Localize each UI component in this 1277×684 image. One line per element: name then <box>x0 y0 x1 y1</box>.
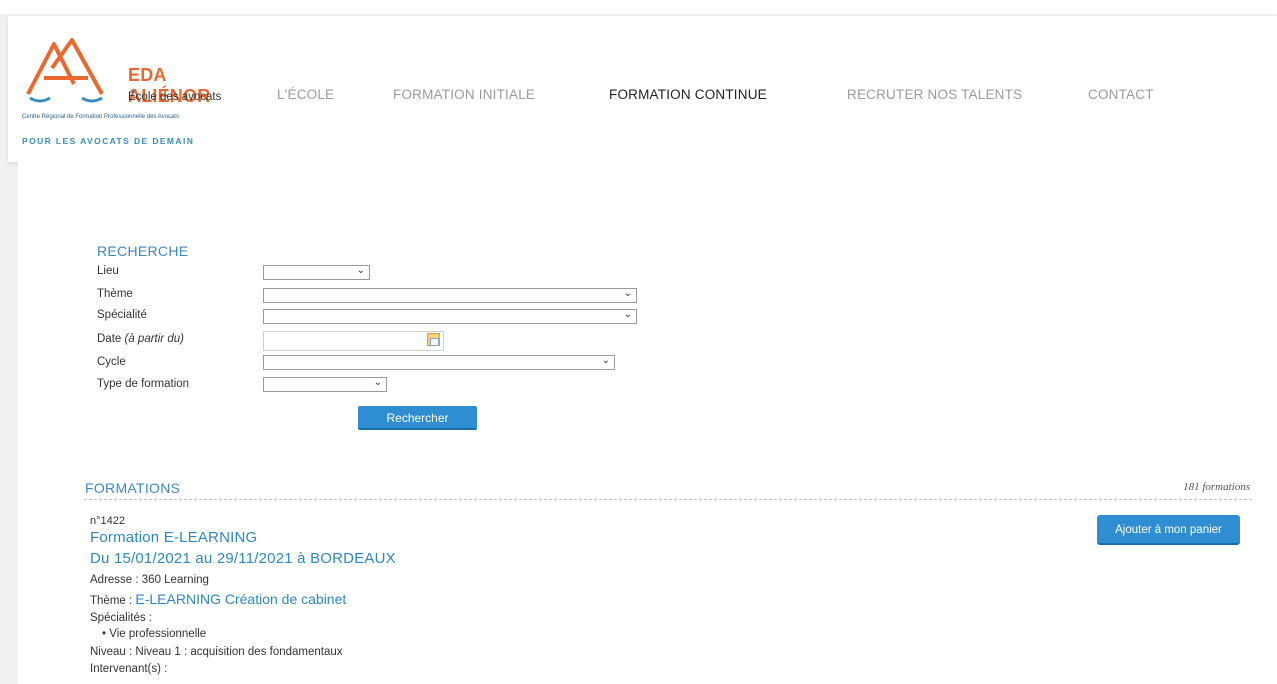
formations-title: FORMATIONS <box>85 480 181 496</box>
date-label: Date (à partir du) <box>97 333 184 345</box>
formation-dates[interactable]: Du 15/01/2021 au 29/11/2021 à BORDEAUX <box>90 550 396 567</box>
theme-select[interactable]: ⌄ <box>263 288 637 303</box>
nav-formation-initiale[interactable]: FORMATION INITIALE <box>393 87 535 102</box>
logo-description: Centre Régional de Formation Professionn… <box>22 114 179 120</box>
section-divider <box>84 499 1252 500</box>
formation-specialites-label: Spécialités : <box>90 612 153 624</box>
formation-theme: Thème : E-LEARNING Création de cabinet <box>90 591 347 607</box>
nav-contact[interactable]: CONTACT <box>1088 87 1154 102</box>
browser-top-strip <box>0 0 1277 14</box>
formation-address: Adresse : 360 Learning <box>90 574 209 586</box>
logo-subtitle: École des avocats <box>128 91 222 103</box>
lieu-select[interactable]: ⌄ <box>263 265 370 280</box>
nav-formation-continue[interactable]: FORMATION CONTINUE <box>609 87 767 102</box>
chevron-down-icon: ⌄ <box>623 309 632 320</box>
formation-title[interactable]: Formation E-LEARNING <box>90 529 257 546</box>
date-hint: (à partir du) <box>124 333 184 345</box>
nav-recruter-nos-talents[interactable]: RECRUTER NOS TALENTS <box>847 87 1022 102</box>
nav-ecole[interactable]: L'ÉCOLE <box>277 87 334 102</box>
logo-mark-icon <box>26 38 104 103</box>
type-label: Type de formation <box>97 378 190 390</box>
chevron-down-icon: ⌄ <box>623 288 632 299</box>
list-item: • Vie professionnelle <box>102 628 207 640</box>
theme-label: Thème <box>97 288 133 300</box>
specialite-label: Spécialité <box>97 309 147 321</box>
date-input[interactable] <box>263 331 444 351</box>
search-title: RECHERCHE <box>97 243 189 259</box>
search-button[interactable]: Rechercher <box>358 406 477 430</box>
cycle-select[interactable]: ⌄ <box>263 355 615 370</box>
formations-count: 181 formations <box>1183 481 1250 493</box>
type-select[interactable]: ⌄ <box>263 377 387 392</box>
formation-intervenants-label: Intervenant(s) : <box>90 663 168 675</box>
formation-niveau: Niveau : Niveau 1 : acquisition des fond… <box>90 646 343 658</box>
add-to-cart-button[interactable]: Ajouter à mon panier <box>1097 515 1240 545</box>
lieu-label: Lieu <box>97 265 119 277</box>
calendar-icon[interactable] <box>427 333 440 346</box>
logo-tagline: POUR LES AVOCATS DE DEMAIN <box>22 136 195 146</box>
specialite-select[interactable]: ⌄ <box>263 309 637 324</box>
chevron-down-icon: ⌄ <box>356 265 365 276</box>
formation-number: n°1422 <box>90 515 125 527</box>
site-logo[interactable]: EDA ALIÉNOR École des avocats Centre Rég… <box>22 38 232 163</box>
cycle-label: Cycle <box>97 356 126 368</box>
formation-theme-link[interactable]: E-LEARNING Création de cabinet <box>135 591 346 607</box>
chevron-down-icon: ⌄ <box>373 377 382 388</box>
chevron-down-icon: ⌄ <box>601 355 610 366</box>
site-header: EDA ALIÉNOR École des avocats Centre Rég… <box>8 16 1277 162</box>
